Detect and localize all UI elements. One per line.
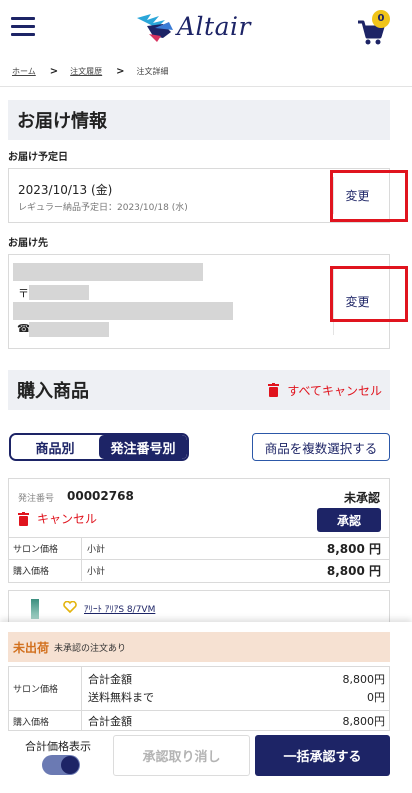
approve-button[interactable]: 承認 [317,508,381,532]
delivery-date-value: 2023/10/13 (金) [18,183,113,197]
view-toggle: 商品別 発注番号別 [9,433,189,461]
purchase-price-label: 購入価格 [9,711,82,731]
heart-icon[interactable] [63,601,77,613]
redacted-name [13,263,203,281]
row-sublabel: 小計 [87,567,106,577]
shipping-free-value: 0円 [367,691,385,704]
salon-total-value: 8,800円 [342,673,386,686]
cancel-all-label: すべてキャンセル [287,383,382,398]
row-value: 8,800 円 [326,542,381,556]
breadcrumb-separator: > [116,65,125,77]
unshipped-label: 未出荷 [13,640,50,655]
row-label: 購入価格 [9,560,82,581]
redacted-postal-code [29,285,89,300]
regular-delivery-note: レギュラー納品予定日：2023/10/18 (水) [18,203,188,213]
postal-symbol: 〒 [18,287,29,300]
purchase-total-label: 合計金額 [88,715,132,728]
bulk-approve-button[interactable]: 一括承認する [255,735,390,776]
row-label: サロン価格 [9,538,82,559]
order-detail-page: Altair 0 ホーム > 注文履歴 > 注文詳細 お届け情報 お届け予定日 … [0,0,412,793]
breadcrumb-current: 注文詳細 [136,66,169,76]
tab-by-order-number[interactable]: 発注番号別 [99,435,187,459]
product-thumbnail [31,599,39,619]
unshipped-note: 未承認の注文あり [54,643,127,654]
divider [0,86,412,87]
logo-text: Altair [177,12,251,41]
breadcrumb-separator: > [49,65,59,77]
purchase-section-title: 購入商品 すべてキャンセル [8,370,390,410]
redacted-phone [29,322,109,337]
cancel-all-button[interactable]: すべてキャンセル [268,370,382,410]
row-value: 8,800 円 [326,564,381,578]
revoke-approval-button[interactable]: 承認取り消し [113,735,250,776]
breadcrumb-home[interactable]: ホーム [12,66,36,77]
delivery-section-title: お届け情報 [8,100,390,140]
trash-icon [268,383,280,397]
breadcrumb-order-history[interactable]: 注文履歴 [70,66,102,77]
delivery-date-label: お届け予定日 [8,152,68,163]
product-item[interactable]: ｱﾘｰﾄ ｱﾘｱS 8/7VM [8,590,390,622]
highlight-frame [330,266,408,322]
breadcrumb: ホーム > 注文履歴 > 注文詳細 [12,64,169,78]
table-row: 購入価格 小計 8,800 円 [9,559,389,581]
brand-logo[interactable]: Altair [133,6,273,48]
price-toggle-label: 合計価格表示 [25,740,91,753]
order-number: 00002768 [67,489,134,503]
cart-count-badge: 0 [372,10,390,28]
product-name-link[interactable]: ｱﾘｰﾄ ｱﾘｱS 8/7VM [84,602,155,615]
tab-by-product[interactable]: 商品別 [11,435,99,459]
order-summary-panel: 未出荷 未承認の注文あり サロン価格 合計金額 8,800円 送料無料まで 0円… [0,622,412,793]
redacted-address [13,302,233,320]
purchase-total-value: 8,800円 [342,715,386,728]
row-sublabel: 小計 [87,545,106,555]
highlight-frame [330,170,408,222]
totals-table: サロン価格 合計金額 8,800円 送料無料まで 0円 購入価格 合計金額 8,… [8,666,390,731]
app-header: Altair 0 [0,0,412,54]
shipping-free-label: 送料無料まで [88,691,154,704]
order-cancel-button[interactable]: キャンセル [18,510,97,527]
purchase-title-text: 購入商品 [17,381,89,402]
price-toggle-switch[interactable] [42,755,80,775]
table-row: サロン価格 小計 8,800 円 [9,537,389,559]
pegasus-logo-icon [137,14,173,42]
salon-price-label: サロン価格 [9,667,82,710]
order-card: 発注番号 00002768 未承認 キャンセル 承認 サロン価格 小計 8,80… [8,478,390,583]
order-cancel-label: キャンセル [37,512,98,526]
hamburger-menu-icon[interactable] [11,17,35,37]
salon-total-label: 合計金額 [88,673,132,686]
order-status: 未承認 [343,491,380,505]
switch-knob [61,756,79,774]
multi-select-button[interactable]: 商品を複数選択する [252,433,390,461]
unshipped-notice: 未出荷 未承認の注文あり [8,632,390,662]
trash-icon [18,511,29,526]
order-number-label: 発注番号 [18,494,55,504]
delivery-address-label: お届け先 [8,238,48,249]
cart-button[interactable]: 0 [356,10,390,46]
